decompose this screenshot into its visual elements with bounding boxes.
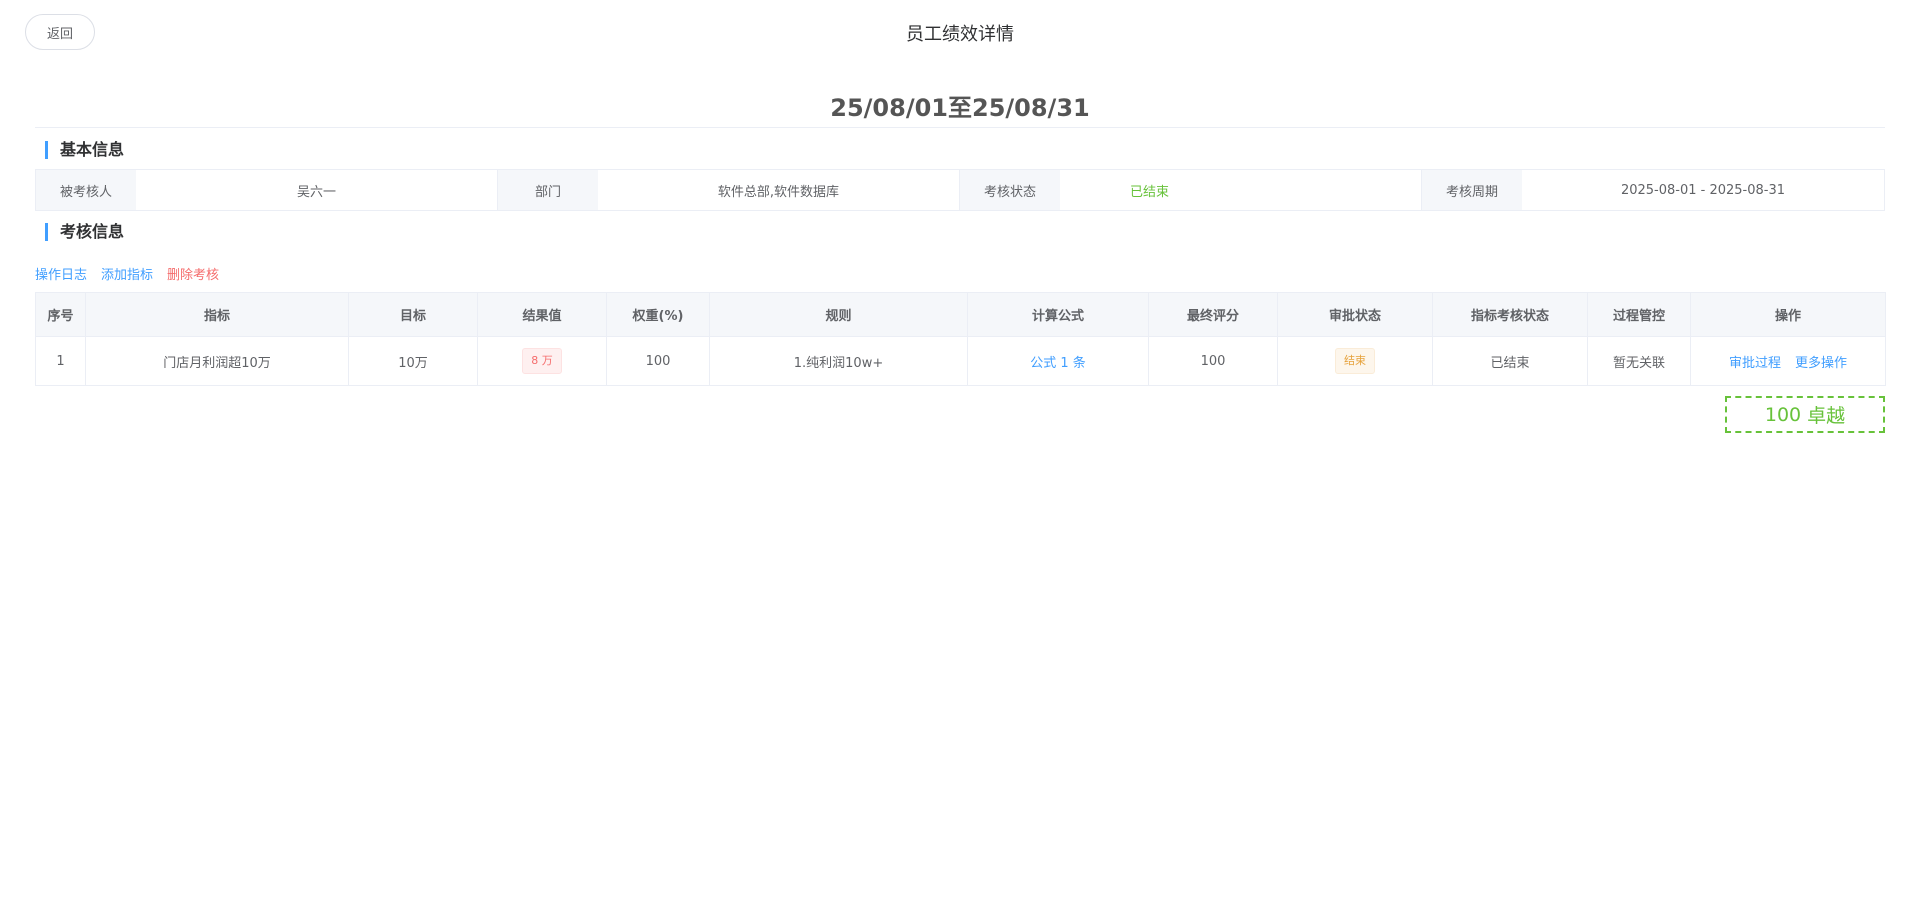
cell-indicator: 门店月利润超10万 (85, 336, 349, 386)
delete-assessment-link[interactable]: 删除考核 (167, 264, 219, 283)
info-value-cycle: 2025-08-01 - 2025-08-31 (1620, 182, 1786, 198)
col-header-indicator-status: 指标考核状态 (1432, 292, 1588, 337)
cell-final-score: 100 (1148, 336, 1278, 386)
info-label-department: 部门 (498, 170, 598, 210)
section-title-assessment-info: 考核信息 (45, 223, 124, 241)
table-header-row: 序号 指标 目标 结果值 权重(%) 规则 计算公式 最终评分 审批状态 指标考… (35, 292, 1886, 337)
score-value: 100 (1764, 403, 1802, 426)
col-header-result: 结果值 (477, 292, 607, 337)
col-header-final-score: 最终评分 (1148, 292, 1278, 337)
col-header-formula: 计算公式 (967, 292, 1149, 337)
result-tag: 8 万 (522, 348, 562, 374)
col-header-target: 目标 (348, 292, 478, 337)
divider (35, 127, 1885, 128)
cell-rule: 1.纯利润10w+ (709, 336, 968, 386)
basic-info-table: 被考核人 吴六一 部门 软件总部,软件数据库 考核状态 已结束 考核周期 202… (35, 169, 1885, 211)
section-title-basic-info: 基本信息 (45, 141, 124, 159)
cell-process-control: 暂无关联 (1587, 336, 1691, 386)
cell-operations: 审批过程 更多操作 (1690, 336, 1886, 386)
info-value-assessee: 吴六一 (136, 170, 498, 210)
cell-formula: 公式 1 条 (967, 336, 1149, 386)
score-grade: 卓越 (1807, 405, 1846, 427)
approval-status-tag: 结束 (1335, 348, 1375, 374)
cell-index: 1 (35, 336, 86, 386)
formula-link[interactable]: 公式 1 条 (1030, 356, 1086, 371)
cell-weight: 100 (606, 336, 710, 386)
cell-approval-status: 结束 (1277, 336, 1433, 386)
add-indicator-link[interactable]: 添加指标 (101, 264, 153, 283)
info-label-status: 考核状态 (960, 170, 1060, 210)
approval-process-link[interactable]: 审批过程 (1729, 352, 1781, 371)
cell-target: 10万 (348, 336, 478, 386)
col-header-indicator: 指标 (85, 292, 349, 337)
col-header-approval-status: 审批状态 (1277, 292, 1433, 337)
assessment-actions: 操作日志 添加指标 删除考核 (35, 264, 219, 283)
col-header-index: 序号 (35, 292, 86, 337)
col-header-rule: 规则 (709, 292, 968, 337)
col-header-operations: 操作 (1690, 292, 1886, 337)
more-actions-link[interactable]: 更多操作 (1795, 352, 1847, 371)
cell-result: 8 万 (477, 336, 607, 386)
info-value-status: 已结束 (1060, 170, 1422, 210)
table-row: 1 门店月利润超10万 10万 8 万 100 1.纯利润10w+ 公式 1 条… (35, 336, 1886, 386)
assessment-period: 25/08/01至25/08/31 (830, 94, 1090, 122)
top-bar: 返回 员工绩效详情 (0, 0, 1920, 64)
operation-log-link[interactable]: 操作日志 (35, 264, 87, 283)
final-score-badge: 100 卓越 (1725, 396, 1885, 433)
info-value-department: 软件总部,软件数据库 (598, 170, 960, 210)
page-title: 员工绩效详情 (906, 24, 1014, 45)
kpi-table: 序号 指标 目标 结果值 权重(%) 规则 计算公式 最终评分 审批状态 指标考… (35, 292, 1886, 386)
cell-indicator-status: 已结束 (1432, 336, 1588, 386)
col-header-process-control: 过程管控 (1587, 292, 1691, 337)
col-header-weight: 权重(%) (606, 292, 710, 337)
info-label-cycle: 考核周期 (1422, 170, 1522, 210)
info-label-assessee: 被考核人 (36, 170, 136, 210)
